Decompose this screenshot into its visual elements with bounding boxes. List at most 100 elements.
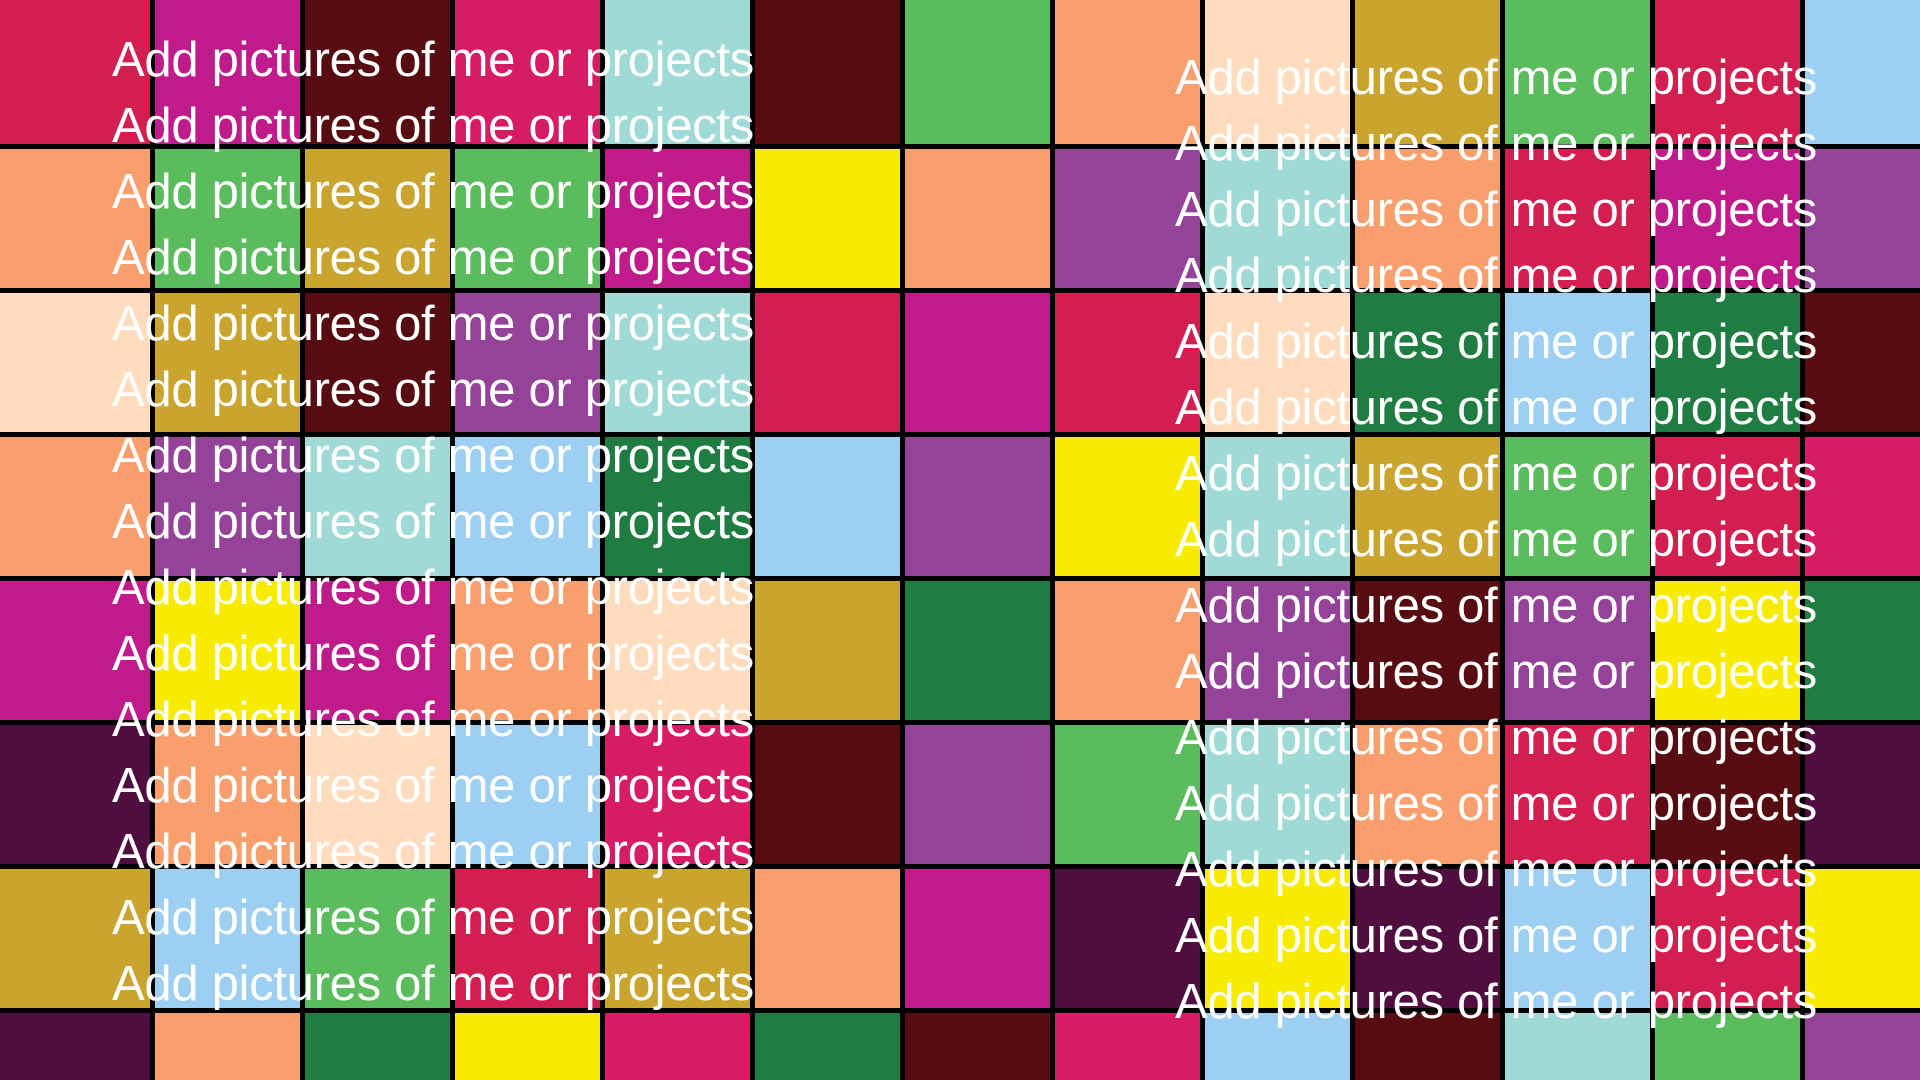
color-tile [305,293,450,432]
color-tile [1505,1013,1650,1080]
color-tile [905,1013,1050,1080]
color-tile [1355,725,1500,864]
color-tile [305,149,450,288]
color-tile [1805,581,1920,720]
color-tile [155,869,300,1008]
color-tile [905,293,1050,432]
color-tile [1055,1013,1200,1080]
color-tile [905,725,1050,864]
color-tile [305,869,450,1008]
color-tile [305,0,450,144]
color-tile [1655,293,1800,432]
color-tile [1205,581,1350,720]
color-tile [1355,293,1500,432]
color-tile [605,0,750,144]
color-tile [455,293,600,432]
color-tile [905,437,1050,576]
color-tile [1655,869,1800,1008]
color-tile [155,1013,300,1080]
color-tile [1655,581,1800,720]
color-tile [605,869,750,1008]
color-tile [605,1013,750,1080]
color-tile [1655,1013,1800,1080]
color-tile [1055,149,1200,288]
color-tile [455,437,600,576]
color-tile [1055,437,1200,576]
color-tile [755,581,900,720]
color-tile [1355,1013,1500,1080]
color-tile [1505,437,1650,576]
color-tile [1355,869,1500,1008]
color-tile [1055,869,1200,1008]
color-tile [155,725,300,864]
color-tile [1355,149,1500,288]
color-tile [455,1013,600,1080]
color-tile [0,149,150,288]
color-tile [1805,1013,1920,1080]
color-tile [905,149,1050,288]
color-tile [755,437,900,576]
color-tile [155,437,300,576]
color-tile [1055,581,1200,720]
color-tile [1805,869,1920,1008]
color-tile [1205,725,1350,864]
color-tile [155,0,300,144]
color-tile [1205,1013,1350,1080]
color-tile [755,869,900,1008]
color-tile [1355,437,1500,576]
color-tile [1505,149,1650,288]
color-tile [1505,0,1650,144]
color-tile [755,1013,900,1080]
color-tile [1205,293,1350,432]
color-tile [155,149,300,288]
color-tile [1505,725,1650,864]
color-tile [1205,869,1350,1008]
color-tile [605,293,750,432]
color-tile [1055,725,1200,864]
color-tile [305,581,450,720]
color-tile [1055,293,1200,432]
color-tile [0,0,150,144]
color-tile [1805,0,1920,144]
color-tile [1655,725,1800,864]
color-tile [1805,725,1920,864]
color-tile [1055,0,1200,144]
color-tile [605,149,750,288]
color-tile [1805,437,1920,576]
color-tile [155,581,300,720]
color-tile [1355,0,1500,144]
color-tile [1655,149,1800,288]
color-tile [1655,437,1800,576]
color-tile-grid [0,0,1920,1080]
color-tile [455,725,600,864]
color-tile [1505,293,1650,432]
color-tile [455,581,600,720]
color-tile [1655,0,1800,144]
color-tile [755,149,900,288]
color-tile [1505,869,1650,1008]
color-tile [755,0,900,144]
color-tile [0,293,150,432]
color-tile [1205,149,1350,288]
color-tile [1805,149,1920,288]
color-tile [455,0,600,144]
color-tile [0,1013,150,1080]
color-tile [755,725,900,864]
color-tile [0,725,150,864]
color-tile [1805,293,1920,432]
color-tile [0,869,150,1008]
color-tile [305,437,450,576]
color-tile [905,0,1050,144]
color-tile [0,437,150,576]
color-tile [1205,437,1350,576]
color-tile [605,437,750,576]
color-tile [305,1013,450,1080]
color-tile [1505,581,1650,720]
color-tile [905,581,1050,720]
color-tile [155,293,300,432]
color-tile [455,149,600,288]
color-tile [1355,581,1500,720]
color-tile [755,293,900,432]
color-tile [905,869,1050,1008]
color-tile [1205,0,1350,144]
